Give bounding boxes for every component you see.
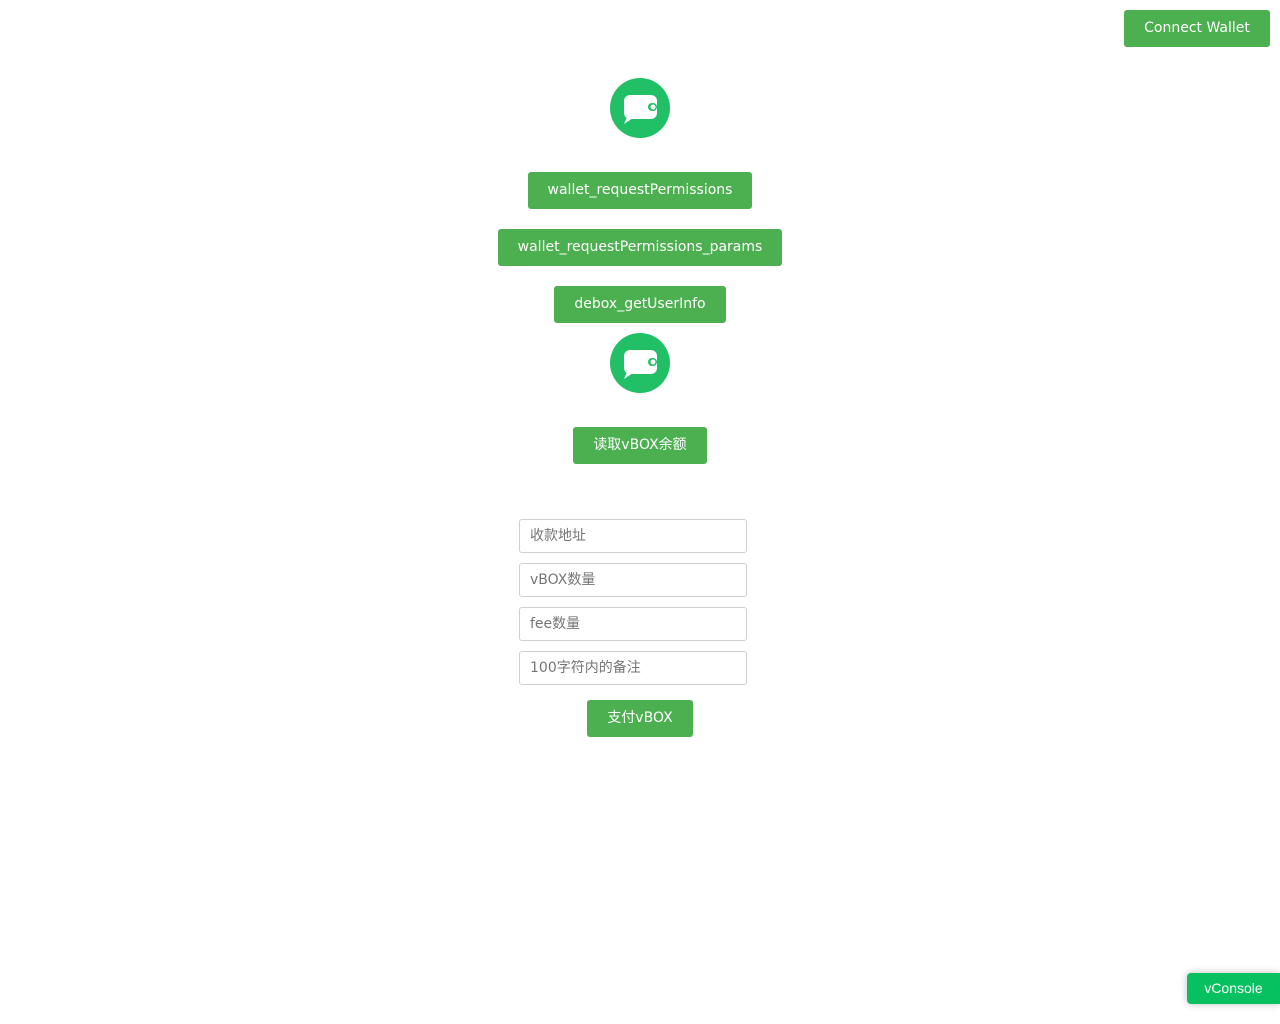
get-user-info-button[interactable]: debox_getUserInfo [554, 286, 726, 323]
recipient-address-input[interactable] [519, 519, 747, 553]
connect-wallet-button[interactable]: Connect Wallet [1124, 10, 1270, 47]
wallet-icon [610, 78, 670, 138]
read-balance-button[interactable]: 读取vBOX余额 [573, 427, 707, 464]
vconsole-button[interactable]: vConsole [1187, 973, 1280, 1004]
request-permissions-button[interactable]: wallet_requestPermissions [528, 172, 752, 209]
memo-input[interactable] [519, 651, 747, 685]
vbox-amount-input[interactable] [519, 563, 747, 597]
page: Connect Wallet wallet_requestPermissions… [0, 0, 1280, 1024]
pay-vbox-button[interactable]: 支付vBOX [587, 700, 693, 737]
request-permissions-params-button[interactable]: wallet_requestPermissions_params [498, 229, 782, 266]
fee-amount-input[interactable] [519, 607, 747, 641]
wallet-icon [610, 333, 670, 393]
